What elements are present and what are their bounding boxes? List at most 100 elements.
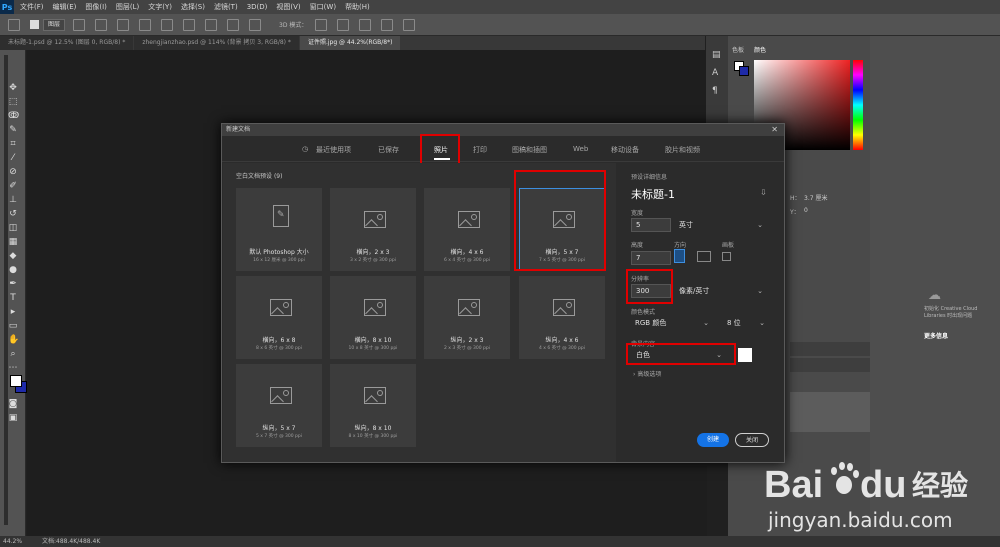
align-middle-button[interactable]: [161, 18, 174, 31]
tab-recent[interactable]: 最近使用项: [316, 145, 351, 155]
distribute-h-button[interactable]: [227, 18, 240, 31]
gradient-tool-icon[interactable]: ▦: [8, 237, 18, 247]
menu-item[interactable]: 选择(S): [181, 2, 205, 12]
tab-film-video[interactable]: 胶片和视频: [665, 145, 700, 155]
create-button[interactable]: 创建: [697, 433, 729, 447]
tab-art-illustration[interactable]: 图稿和插图: [512, 145, 547, 155]
layer-item-selected[interactable]: [790, 392, 870, 432]
history-icon[interactable]: ▤: [712, 50, 721, 60]
tab-web[interactable]: Web: [573, 145, 588, 153]
dodge-tool-icon[interactable]: ●: [8, 265, 18, 275]
preset-card[interactable]: 横向，6 x 8 8 x 6 英寸 @ 300 ppi: [236, 276, 322, 359]
align-left-button[interactable]: [73, 18, 86, 31]
chevron-right-icon: ›: [633, 371, 636, 378]
bit-depth-select[interactable]: 8 位 ⌄: [723, 316, 769, 330]
shape-tool-icon[interactable]: ▭: [8, 321, 18, 331]
preset-card[interactable]: 纵向，4 x 6 4 x 6 英寸 @ 300 ppi: [519, 276, 605, 359]
lasso-tool-icon[interactable]: ↂ: [8, 111, 19, 121]
swatches-tab[interactable]: 色板: [732, 45, 744, 54]
color-mode-select[interactable]: RGB 颜色 ⌄: [631, 316, 713, 330]
tab-mobile[interactable]: 移动设备: [611, 145, 639, 155]
document-name[interactable]: 未标题-1: [631, 186, 675, 202]
menu-item[interactable]: 帮助(H): [345, 2, 370, 12]
quick-select-tool-icon[interactable]: ✎: [8, 125, 18, 135]
type-tool-icon[interactable]: T: [8, 293, 18, 303]
distribute-v-button[interactable]: [249, 18, 262, 31]
menu-item[interactable]: 图层(L): [116, 2, 139, 12]
3d-scale-button[interactable]: [403, 18, 416, 31]
history-brush-tool-icon[interactable]: ↺: [8, 209, 18, 219]
eraser-tool-icon[interactable]: ◫: [8, 223, 18, 233]
adjustments-icon[interactable]: ¶: [712, 86, 718, 96]
auto-select-target-select[interactable]: 图层: [43, 18, 66, 31]
layers-row[interactable]: [790, 342, 870, 356]
panel-bg-swatch[interactable]: [739, 66, 749, 76]
stamp-tool-icon[interactable]: ⊥: [8, 195, 18, 205]
preset-card[interactable]: 横向，8 x 10 10 x 8 英寸 @ 300 ppi: [330, 276, 416, 359]
menu-item[interactable]: 图像(I): [85, 2, 107, 12]
hue-slider[interactable]: [853, 60, 863, 150]
menu-item[interactable]: 视图(V): [276, 2, 300, 12]
align-bottom-button[interactable]: [183, 18, 196, 31]
quick-mask-icon[interactable]: ◙: [8, 399, 18, 409]
3d-slide-button[interactable]: [381, 18, 394, 31]
align-top-button[interactable]: [139, 18, 152, 31]
artboard-checkbox[interactable]: [722, 252, 731, 261]
tab-saved[interactable]: 已保存: [378, 145, 399, 155]
healing-tool-icon[interactable]: ⊘: [8, 167, 18, 177]
marquee-tool-icon[interactable]: ⬚: [8, 97, 18, 107]
zoom-level[interactable]: 44.2%: [3, 536, 22, 547]
height-input[interactable]: 7: [631, 251, 671, 265]
move-tool-icon[interactable]: ✥: [8, 83, 18, 93]
eyedropper-tool-icon[interactable]: ⁄: [8, 153, 18, 163]
preset-card[interactable]: 纵向，5 x 7 5 x 7 英寸 @ 300 ppi: [236, 364, 322, 447]
preset-card[interactable]: 横向，4 x 6 6 x 4 英寸 @ 300 ppi: [424, 188, 510, 271]
document-tab[interactable]: 未标题-1.psd @ 12.5% (图层 0, RGB/8) *: [0, 36, 134, 50]
blur-tool-icon[interactable]: ◆: [8, 251, 18, 261]
zoom-tool-icon[interactable]: ⌕: [8, 349, 18, 359]
width-input[interactable]: 5: [631, 218, 671, 232]
menu-item[interactable]: 滤镜(T): [214, 2, 238, 12]
preset-card[interactable]: 默认 Photoshop 大小 16 x 12 厘米 @ 300 ppi: [236, 188, 322, 271]
foreground-color-swatch[interactable]: [10, 375, 22, 387]
preset-card[interactable]: 纵向，8 x 10 8 x 10 英寸 @ 300 ppi: [330, 364, 416, 447]
more-tools-icon[interactable]: ⋯: [8, 363, 18, 373]
path-select-tool-icon[interactable]: ▸: [8, 307, 18, 317]
document-tab-active[interactable]: 证件照.jpg @ 44.2%(RGB/8*): [299, 36, 401, 50]
properties-icon[interactable]: A: [712, 68, 718, 78]
menu-item[interactable]: 3D(D): [247, 3, 268, 11]
tab-print[interactable]: 打印: [473, 145, 487, 155]
landscape-orientation-icon[interactable]: [697, 251, 711, 262]
resolution-unit-select[interactable]: 像素/英寸 ⌄: [675, 284, 767, 298]
3d-rotate-button[interactable]: [315, 18, 328, 31]
background-color-swatch[interactable]: [738, 348, 752, 362]
color-tab[interactable]: 颜色: [754, 45, 766, 54]
brush-tool-icon[interactable]: ✐: [8, 181, 18, 191]
advanced-options-toggle[interactable]: › 高级选项: [633, 369, 661, 378]
auto-select-checkbox[interactable]: [30, 20, 39, 29]
3d-drag-button[interactable]: [359, 18, 372, 31]
save-preset-icon[interactable]: ⇩: [760, 188, 767, 197]
portrait-orientation-icon[interactable]: [674, 249, 685, 263]
menu-item[interactable]: 文件(F): [20, 2, 44, 12]
menu-item[interactable]: 文字(Y): [148, 2, 172, 12]
hand-tool-icon[interactable]: ✋: [8, 335, 19, 345]
layers-row[interactable]: [790, 358, 870, 372]
preset-card[interactable]: 纵向，2 x 3 2 x 3 英寸 @ 300 ppi: [424, 276, 510, 359]
document-tab[interactable]: zhengjianzhao.psd @ 114% (背景 拷贝 3, RGB/8…: [134, 36, 299, 50]
menu-item[interactable]: 窗口(W): [310, 2, 336, 12]
close-icon[interactable]: ✕: [771, 125, 778, 134]
crop-tool-icon[interactable]: ⌗: [8, 139, 18, 149]
close-button[interactable]: 关闭: [735, 433, 769, 447]
screen-mode-icon[interactable]: ▣: [8, 413, 18, 423]
align-center-button[interactable]: [95, 18, 108, 31]
tool-preset-button[interactable]: [8, 18, 20, 31]
align-right-button[interactable]: [117, 18, 130, 31]
pen-tool-icon[interactable]: ✒: [8, 279, 18, 289]
menu-item[interactable]: 编辑(E): [53, 2, 77, 12]
preset-card[interactable]: 横向，2 x 3 3 x 2 英寸 @ 300 ppi: [330, 188, 416, 271]
width-unit-select[interactable]: 英寸 ⌄: [675, 218, 767, 232]
more-info-link[interactable]: 更多信息: [924, 331, 948, 340]
3d-roll-button[interactable]: [337, 18, 350, 31]
distribute-button[interactable]: [205, 18, 218, 31]
